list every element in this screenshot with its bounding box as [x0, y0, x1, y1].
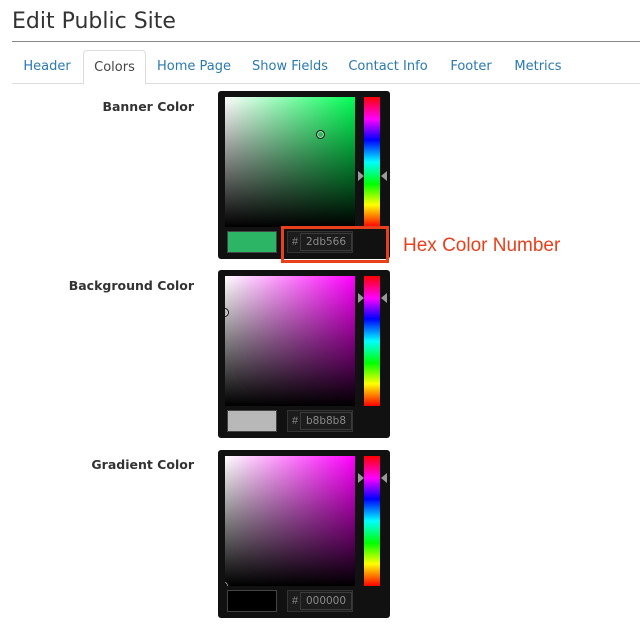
- banner-color-label: Banner Color: [102, 99, 194, 114]
- title-divider: [12, 41, 640, 42]
- color-preview-swatch: [227, 231, 277, 253]
- background-color-picker: # b8b8b8: [218, 270, 390, 438]
- hash-symbol: #: [291, 595, 299, 607]
- background-color-label: Background Color: [68, 278, 194, 293]
- hex-field: # 000000: [287, 590, 353, 612]
- tab-colors[interactable]: Colors: [83, 50, 146, 85]
- hue-marker-right: [381, 473, 387, 483]
- hue-slider[interactable]: [364, 276, 380, 406]
- tab-footer[interactable]: Footer: [440, 50, 502, 84]
- gradient-color-label: Gradient Color: [91, 457, 194, 472]
- hex-callout-label: Hex Color Number: [403, 235, 561, 256]
- color-cursor[interactable]: [316, 130, 325, 139]
- tab-home-page[interactable]: Home Page: [150, 50, 238, 84]
- hash-symbol: #: [291, 415, 299, 427]
- saturation-value-area[interactable]: [225, 97, 355, 227]
- saturation-value-area[interactable]: [225, 276, 355, 406]
- hex-field: # b8b8b8: [287, 410, 353, 432]
- color-preview-swatch: [227, 590, 277, 612]
- hex-input[interactable]: 000000: [300, 592, 352, 610]
- hue-marker-right: [381, 293, 387, 303]
- hex-input[interactable]: b8b8b8: [300, 412, 352, 430]
- saturation-value-area[interactable]: [225, 456, 355, 586]
- tab-header[interactable]: Header: [12, 50, 82, 84]
- hue-marker-right: [381, 171, 387, 181]
- color-preview-swatch: [227, 410, 277, 432]
- hex-callout-box: [281, 226, 389, 263]
- gradient-color-picker: # 000000: [218, 450, 390, 618]
- page-title: Edit Public Site: [12, 9, 176, 34]
- tab-show-fields[interactable]: Show Fields: [244, 50, 336, 84]
- tab-bar: Header Colors Home Page Show Fields Cont…: [12, 50, 640, 85]
- hue-slider[interactable]: [364, 97, 380, 227]
- tab-contact-info[interactable]: Contact Info: [342, 50, 434, 84]
- hue-slider[interactable]: [364, 456, 380, 586]
- tab-metrics[interactable]: Metrics: [508, 50, 568, 84]
